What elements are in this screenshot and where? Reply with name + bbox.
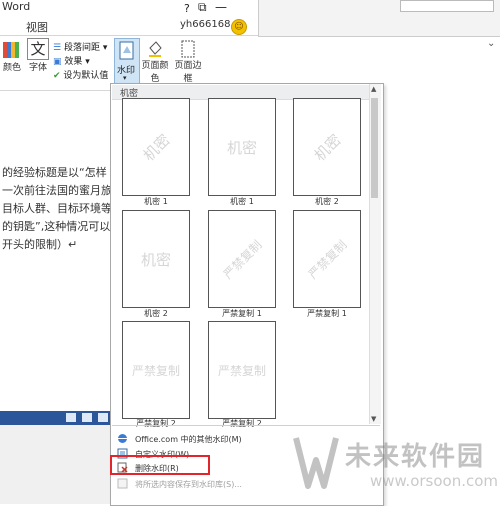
thumbnail-caption: 机密 1	[230, 197, 254, 206]
page-border-icon	[181, 40, 195, 58]
scroll-up-icon[interactable]: ▲	[371, 85, 376, 93]
save-to-gallery-label: 将所选内容保存到水印库(S)...	[135, 480, 242, 489]
thumbnail-caption: 机密 2	[315, 197, 339, 206]
watermark-icon	[119, 41, 134, 60]
page-borders-button[interactable]: 页面边框	[172, 40, 204, 84]
color-palette-icon	[3, 42, 19, 58]
watermark-thumbnail-confidential-1[interactable]: 机密	[122, 98, 190, 196]
thumbnail-caption: 严禁复制 1	[307, 309, 347, 318]
font-icon: 文	[27, 38, 49, 60]
effects-button[interactable]: ▣ 效果 ▾	[53, 54, 90, 67]
view-mode-icon[interactable]	[66, 413, 76, 422]
watermark-preview-text: 机密	[140, 250, 171, 269]
help-button[interactable]: ?	[184, 2, 190, 15]
colors-button[interactable]: 颜色	[0, 40, 24, 73]
watermark-preview-text: 严禁复制	[220, 237, 265, 282]
fonts-label: 字体	[28, 63, 47, 73]
thumbnail-caption: 严禁复制 1	[222, 309, 262, 318]
ribbon-display-options-button[interactable]: ⧉	[198, 0, 207, 15]
document-line: 的经验标题是以“怎样	[2, 166, 107, 179]
smiley-icon[interactable]: ☺	[231, 19, 247, 35]
save-selection-icon	[117, 478, 128, 489]
view-mode-icon[interactable]	[98, 413, 108, 422]
watermark-thumbnail-confidential-1-horizontal[interactable]: 机密	[208, 98, 276, 196]
paragraph-spacing-icon: ☰	[53, 43, 62, 53]
page-color-label: 页面颜色	[141, 61, 169, 84]
thumbnail-caption: 严禁复制 2	[222, 419, 262, 428]
watermark-preview-text: 严禁复制	[131, 363, 180, 378]
paragraph-spacing-button[interactable]: ☰ 段落间距 ▾	[53, 40, 107, 53]
minimize-button[interactable]: —	[215, 0, 227, 14]
scroll-down-icon[interactable]: ▼	[371, 415, 376, 423]
site-logo-name: 未来软件园	[345, 442, 486, 472]
tab-view[interactable]: 视图	[26, 19, 48, 35]
chevron-down-icon: ▾	[123, 74, 127, 82]
site-logo-url: www.orsoon.com	[370, 472, 499, 490]
page-borders-label: 页面边框	[174, 61, 202, 84]
taskbar-area	[0, 425, 110, 504]
fonts-button[interactable]: 文 字体	[26, 38, 50, 73]
effects-icon: ▣	[53, 57, 62, 67]
search-input[interactable]	[400, 0, 494, 12]
paragraph-spacing-label: 段落间距 ▾	[63, 43, 108, 53]
set-as-default-label: 设为默认值	[63, 71, 109, 81]
set-as-default-button[interactable]: ✔ 设为默认值	[53, 68, 108, 81]
watermark-thumbnail-do-not-copy-2[interactable]: 严禁复制	[122, 321, 190, 419]
thumbnail-caption: 机密 2	[144, 309, 168, 318]
thumbnail-caption: 机密 1	[144, 197, 168, 206]
document-line: 目标人群、目标环境等条	[2, 202, 123, 215]
divider	[258, 36, 500, 37]
watermark-preview-text: 机密	[139, 130, 174, 165]
watermark-thumbnail-confidential-2-horizontal[interactable]: 机密	[122, 210, 190, 308]
view-mode-icon[interactable]	[82, 413, 92, 422]
site-watermark-logo: 未来软件园 www.orsoon.com	[290, 430, 499, 500]
watermark-button[interactable]: 水印 ▾	[114, 38, 140, 86]
window-title: Word	[2, 0, 31, 13]
office-globe-icon	[118, 434, 127, 443]
highlight-box	[110, 455, 210, 475]
site-logo-mark-icon	[293, 437, 339, 489]
effects-label: 效果 ▾	[64, 57, 90, 67]
watermark-thumbnail-confidential-2[interactable]: 机密	[293, 98, 361, 196]
watermark-thumbnail-do-not-copy-1-horizontal[interactable]: 严禁复制	[293, 210, 361, 308]
scrollbar-thumb[interactable]	[371, 98, 378, 198]
watermark-thumbnail-do-not-copy-1[interactable]: 严禁复制	[208, 210, 276, 308]
watermark-preview-text: 机密	[310, 130, 345, 165]
thumbnail-caption: 严禁复制 2	[136, 419, 176, 428]
document-line: 开头的限制）↵	[2, 238, 78, 251]
watermark-preview-text: 机密	[226, 138, 257, 157]
colors-label: 颜色	[2, 63, 21, 73]
menu-divider	[112, 425, 380, 426]
check-icon: ✔	[53, 71, 61, 81]
watermark-preview-text: 严禁复制	[217, 363, 266, 378]
collapse-ribbon-icon[interactable]: ⌄	[487, 38, 495, 49]
watermark-thumbnail-do-not-copy-2-horizontal[interactable]: 严禁复制	[208, 321, 276, 419]
more-watermarks-label: Office.com 中的其他水印(M)	[135, 435, 242, 444]
document-line: 一次前往法国的蜜月旅	[2, 184, 112, 197]
watermark-preview-text: 严禁复制	[305, 237, 350, 282]
document-line: 的钥匙”,这种情况可以是	[2, 220, 122, 233]
paint-bucket-icon	[149, 41, 162, 57]
